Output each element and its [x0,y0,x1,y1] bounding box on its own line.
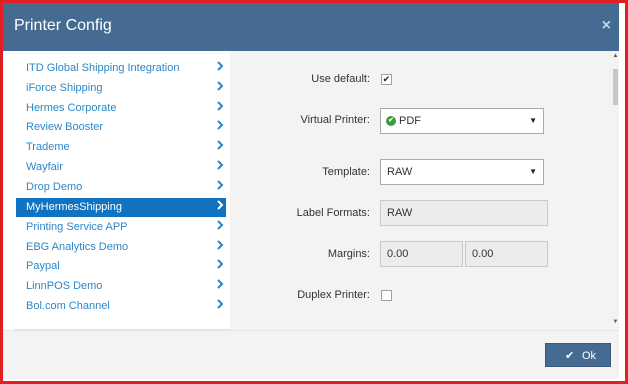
sidebar-item-printing-service-app[interactable]: Printing Service APP [16,218,226,237]
label-formats-field[interactable]: RAW [380,200,548,226]
chevron-right-icon [217,240,224,250]
use-default-checkbox[interactable]: ✔ [381,74,392,85]
caret-down-icon: ▼ [529,167,537,176]
sidebar-item-label: Bol.com Channel [26,300,110,312]
chevron-right-icon [217,220,224,230]
integration-list: ITD Global Shipping Integration iForce S… [14,51,230,330]
chevron-right-icon [217,259,224,269]
sidebar-item-label: MyHermesShipping [26,201,122,213]
chevron-right-icon [217,140,224,150]
sidebar-item-label: EBG Analytics Demo [26,241,129,253]
sidebar-item-ebg-analytics-demo[interactable]: EBG Analytics Demo [16,238,226,257]
margins-label: Margins: [327,248,370,260]
sidebar-item-bol-com-channel[interactable]: Bol.com Channel [16,297,226,316]
dialog-footer: ✔ Ok [3,330,619,379]
sidebar-item-label: Hermes Corporate [26,102,117,114]
sidebar-item-label: Wayfair [26,161,63,173]
sidebar-item-label: Trademe [26,141,70,153]
dialog-body: ITD Global Shipping Integration iForce S… [3,51,619,330]
duplex-printer-checkbox[interactable] [381,290,392,301]
virtual-printer-value: PDF [399,115,421,127]
virtual-printer-select[interactable]: ✔ PDF ▼ [380,108,544,134]
sidebar-item-paypal[interactable]: Paypal [16,257,226,276]
sidebar-item-label: LinnPOS Demo [26,280,103,292]
sidebar-item-itd-global-shipping[interactable]: ITD Global Shipping Integration [16,59,226,78]
margin-input-2[interactable]: 0.00 [465,241,548,267]
label-formats-label: Label Formats: [296,207,370,219]
dialog-title: Printer Config [14,17,112,34]
margin-value-1: 0.00 [387,248,409,260]
chevron-right-icon [217,101,224,111]
chevron-right-icon [217,61,224,71]
scrollbar-thumb[interactable] [613,69,618,105]
ok-button-label: Ok [582,350,597,362]
duplex-printer-label: Duplex Printer: [297,289,370,301]
sidebar-item-label: Review Booster [26,121,104,133]
sidebar-item-myhermesshipping[interactable]: MyHermesShipping [16,198,226,217]
virtual-printer-label: Virtual Printer: [300,114,371,126]
chevron-right-icon [217,160,224,170]
settings-scrollbar[interactable]: ▲ ▼ [612,51,619,330]
chevron-right-icon [217,120,224,130]
scroll-up-icon[interactable]: ▲ [612,53,619,60]
chevron-right-icon [217,81,224,91]
sidebar-item-iforce-shipping[interactable]: iForce Shipping [16,79,226,98]
sidebar-item-label: Printing Service APP [26,221,128,233]
margin-value-2: 0.00 [472,248,494,260]
sidebar-item-review-booster[interactable]: Review Booster [16,118,226,137]
sidebar-item-trademe[interactable]: Trademe [16,138,226,157]
sidebar-item-label: Drop Demo [26,181,83,193]
sidebar-item-label: Paypal [26,260,60,272]
close-icon[interactable]: × [602,17,611,35]
margin-input-1[interactable]: 0.00 [380,241,463,267]
check-circle-icon: ✔ [386,116,396,126]
sidebar-item-hermes-corporate[interactable]: Hermes Corporate [16,99,226,118]
printer-settings-panel: Use default: ✔ Virtual Printer: ✔ PDF ▼ … [230,51,615,330]
caret-down-icon: ▼ [529,116,537,125]
ok-button[interactable]: ✔ Ok [545,343,611,367]
dialog-header: Printer Config × [3,3,619,51]
scroll-down-icon[interactable]: ▼ [612,319,619,326]
use-default-label: Use default: [311,73,370,85]
sidebar-item-drop-demo[interactable]: Drop Demo [16,178,226,197]
template-select[interactable]: RAW ▼ [380,159,544,185]
sidebar-item-label: ITD Global Shipping Integration [26,62,180,74]
chevron-right-icon [217,279,224,289]
sidebar-item-linnpos-demo[interactable]: LinnPOS Demo [16,277,226,296]
chevron-right-icon [217,180,224,190]
template-value: RAW [387,166,413,178]
label-formats-value: RAW [387,207,413,219]
sidebar-item-label: iForce Shipping [26,82,103,94]
check-icon: ✔ [565,350,575,362]
chevron-right-icon [217,200,224,210]
template-label: Template: [322,166,370,178]
chevron-right-icon [217,299,224,309]
sidebar-item-wayfair[interactable]: Wayfair [16,158,226,177]
